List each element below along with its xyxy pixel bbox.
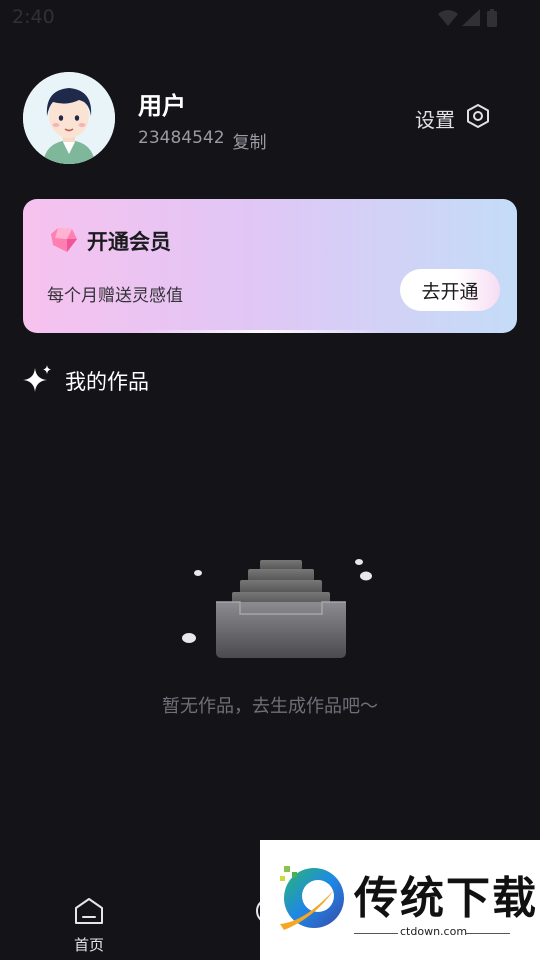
username: 用户 (138, 92, 186, 120)
wifi-icon (438, 10, 458, 26)
works-header: 我的作品 (23, 364, 149, 398)
user-id: 23484542 (138, 128, 225, 148)
card-divider (133, 330, 393, 333)
vip-activate-button[interactable]: 去开通 (400, 269, 500, 311)
vip-card[interactable]: 开通会员 每个月赠送灵感值 去开通 (23, 199, 517, 333)
settings-label: 设置 (415, 108, 455, 132)
sparkle-icon (23, 364, 53, 398)
status-bar: 2:40 (0, 0, 540, 36)
user-id-row: 23484542 复制 (138, 128, 267, 153)
gear-icon (465, 103, 491, 134)
empty-state-text: 暂无作品，去生成作品吧～ (162, 696, 378, 717)
watermark-logo-icon (274, 860, 350, 940)
nav-label-home: 首页 (73, 936, 104, 954)
nav-item-home[interactable]: 首页 (49, 896, 129, 955)
watermark-domain: ctdown.com (400, 925, 468, 938)
works-title: 我的作品 (65, 370, 149, 394)
avatar[interactable] (23, 72, 115, 164)
vip-description: 每个月赠送灵感值 (47, 286, 183, 306)
status-icons (436, 7, 500, 29)
status-time: 2:40 (12, 6, 55, 28)
empty-box-illustration (178, 552, 378, 671)
signal-icon (462, 9, 480, 26)
watermark-brand: 传统下载 (354, 873, 538, 924)
home-icon (73, 896, 105, 930)
copy-id-button[interactable]: 复制 (233, 128, 267, 153)
diamond-icon (49, 225, 79, 259)
watermark-divider-left (354, 933, 398, 934)
battery-icon (487, 9, 497, 27)
settings-button[interactable]: 设置 (415, 103, 491, 134)
watermark: 传统下载 ctdown.com (260, 840, 540, 960)
vip-title: 开通会员 (87, 230, 171, 254)
watermark-divider-right (466, 933, 510, 934)
